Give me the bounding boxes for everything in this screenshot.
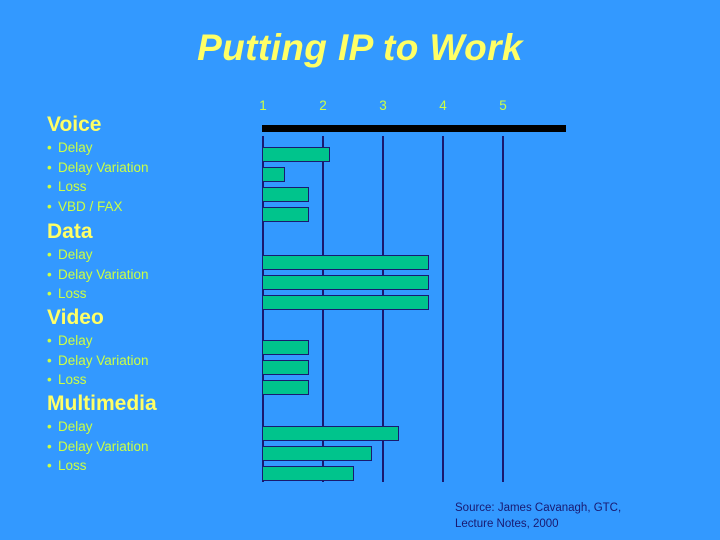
bullet-label: Delay Variation xyxy=(58,352,149,368)
gridline xyxy=(442,136,444,482)
bullet-dot-icon: • xyxy=(47,438,52,454)
bullet-label: Delay xyxy=(58,333,93,348)
chart-bar xyxy=(262,426,399,441)
section-heading-video: Video xyxy=(47,306,104,329)
bullet-label: Delay Variation xyxy=(58,438,149,454)
list-item: • VBD / FAX xyxy=(47,197,149,217)
bullet-label: Loss xyxy=(58,179,87,194)
axis-tick-label: 5 xyxy=(499,98,507,113)
axis-tick-label: 1 xyxy=(259,98,267,113)
page-title: Putting IP to Work xyxy=(197,27,523,68)
bullet-label: Delay xyxy=(58,140,93,155)
bullet-label: Delay xyxy=(58,247,93,262)
chart-bar xyxy=(262,207,309,222)
chart-bar xyxy=(262,275,429,290)
chart-bar xyxy=(262,167,285,182)
bullet-list-voice: • Delay • Delay Variation • Loss • VBD / FAX xyxy=(47,138,149,216)
list-item: • Delay xyxy=(47,245,149,265)
list-item: • Delay Variation xyxy=(47,265,149,285)
section-voice: Voice • Delay • Delay Variation • Loss • VBD… xyxy=(47,112,149,216)
source-line-1: Source: James Cavanagh, GTC, xyxy=(455,502,622,514)
section-heading-multimedia: Multimedia xyxy=(47,392,157,415)
bullet-label: Loss xyxy=(58,458,87,473)
list-item: • Delay Variation xyxy=(47,351,149,371)
chart-bar xyxy=(262,380,309,395)
chart-bar xyxy=(262,187,309,202)
source-line-2: Lecture Notes, 2000 xyxy=(455,518,559,530)
bullet-label: VBD / FAX xyxy=(58,198,123,214)
list-item: • Delay xyxy=(47,331,149,351)
bullet-label: Delay Variation xyxy=(58,266,149,282)
bullet-list-data: • Delay • Delay Variation • Loss xyxy=(47,245,149,304)
bullet-label: Loss xyxy=(58,372,87,387)
list-item: • Loss xyxy=(47,284,149,304)
bullet-label: Loss xyxy=(58,286,87,301)
bullet-list-video: • Delay • Delay Variation • Loss xyxy=(47,331,149,390)
bullet-dot-icon: • xyxy=(47,352,52,368)
bullet-dot-icon: • xyxy=(47,247,52,262)
bullet-dot-icon: • xyxy=(47,333,52,348)
bullet-label: Delay xyxy=(58,419,93,434)
section-data: Data • Delay • Delay Variation • Loss xyxy=(47,219,149,304)
list-item: • Loss xyxy=(47,456,157,476)
list-item: • Loss xyxy=(47,177,149,197)
bullet-dot-icon: • xyxy=(47,266,52,282)
bullet-dot-icon: • xyxy=(47,140,52,155)
list-item: • Delay xyxy=(47,138,149,158)
chart-bar xyxy=(262,466,354,481)
bar-chart: 1 2 3 4 5 xyxy=(259,98,582,484)
axis-tick-label: 4 xyxy=(439,98,447,113)
bullet-dot-icon: • xyxy=(47,159,52,175)
chart-bar xyxy=(262,360,309,375)
source-note: Source: James Cavanagh, GTC, Lecture Not… xyxy=(455,500,621,532)
list-item: • Delay Variation xyxy=(47,437,157,457)
list-item: • Delay xyxy=(47,417,157,437)
section-heading-data: Data xyxy=(47,220,93,243)
section-heading-voice: Voice xyxy=(47,113,102,136)
bullet-dot-icon: • xyxy=(47,179,52,194)
chart-bar xyxy=(262,446,372,461)
list-item: • Loss xyxy=(47,370,149,390)
bullet-dot-icon: • xyxy=(47,372,52,387)
section-multimedia: Multimedia • Delay • Delay Variation • Loss xyxy=(47,391,157,476)
gridline xyxy=(502,136,504,482)
bullet-dot-icon: • xyxy=(47,286,52,301)
chart-bar xyxy=(262,295,429,310)
bullet-list-multimedia: • Delay • Delay Variation • Loss xyxy=(47,417,157,476)
chart-bar xyxy=(262,147,330,162)
bullet-label: Delay Variation xyxy=(58,159,149,175)
section-video: Video • Delay • Delay Variation • Loss xyxy=(47,305,149,390)
slide-canvas: Putting IP to Work Voice • Delay • Delay V… xyxy=(0,0,720,540)
bullet-dot-icon: • xyxy=(47,198,52,214)
chart-axis-rule xyxy=(262,125,566,132)
chart-bar xyxy=(262,255,429,270)
bullet-dot-icon: • xyxy=(47,458,52,473)
chart-bar xyxy=(262,340,309,355)
bullet-dot-icon: • xyxy=(47,419,52,434)
axis-tick-label: 2 xyxy=(319,98,327,113)
list-item: • Delay Variation xyxy=(47,158,149,178)
axis-tick-label: 3 xyxy=(379,98,387,113)
